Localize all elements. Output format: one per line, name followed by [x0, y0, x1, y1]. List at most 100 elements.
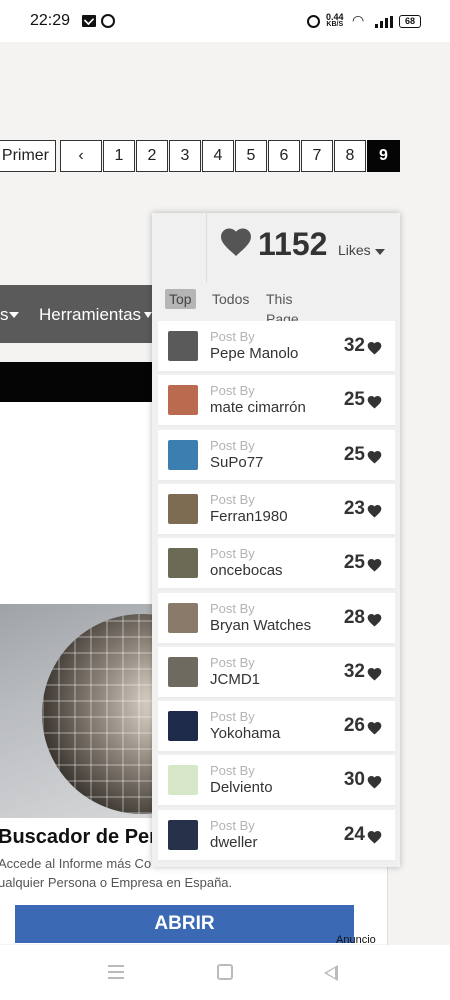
like-row[interactable]: Post By Delviento 30: [158, 755, 395, 807]
like-row[interactable]: Post By SuPo77 25: [158, 430, 395, 482]
row-like-count: 25: [343, 444, 365, 465]
avatar[interactable]: [168, 548, 198, 578]
avatar[interactable]: [168, 385, 198, 415]
divider: [387, 867, 388, 945]
row-username[interactable]: Yokohama: [210, 725, 280, 742]
ad-description: ualquier Persona o Empresa en España.: [0, 875, 233, 890]
avatar[interactable]: [168, 765, 198, 795]
heart-icon: [367, 505, 382, 518]
row-username[interactable]: Pepe Manolo: [210, 345, 298, 362]
alarm-icon: [307, 15, 320, 28]
page-button[interactable]: 4: [202, 140, 234, 172]
row-like-count: 23: [343, 498, 365, 519]
page-button[interactable]: 7: [301, 140, 333, 172]
row-like-count: 28: [343, 607, 365, 628]
page-button[interactable]: 1: [103, 140, 135, 172]
status-bar: 22:29 0.44 KB/S ◠ 68: [0, 0, 450, 42]
tab-this-page[interactable]: This Page: [266, 289, 299, 327]
row-username[interactable]: Bryan Watches: [210, 617, 311, 634]
black-banner: [0, 362, 152, 402]
likes-label[interactable]: Likes: [338, 242, 371, 258]
back-icon[interactable]: [324, 965, 338, 981]
first-page-button[interactable]: Primer: [0, 140, 56, 172]
heart-icon: [367, 776, 382, 789]
like-row[interactable]: Post By oncebocas 25: [158, 538, 395, 590]
ad-title[interactable]: Buscador de Pers: [0, 826, 152, 849]
network-speed-unit: KB/S: [326, 21, 344, 28]
tab-top[interactable]: Top: [165, 289, 196, 309]
tab-todos[interactable]: Todos: [212, 289, 249, 309]
heart-icon: [367, 614, 382, 627]
page-button[interactable]: 8: [334, 140, 366, 172]
post-by-label: Post By: [210, 818, 255, 833]
page-button-current[interactable]: 9: [367, 140, 400, 172]
post-by-label: Post By: [210, 763, 255, 778]
like-row[interactable]: Post By JCMD1 32: [158, 647, 395, 699]
avatar[interactable]: [168, 711, 198, 741]
chevron-down-icon[interactable]: [375, 249, 385, 255]
post-by-label: Post By: [210, 492, 255, 507]
status-time: 22:29: [30, 12, 71, 29]
row-like-count: 25: [343, 552, 365, 573]
row-username[interactable]: Ferran1980: [210, 508, 288, 525]
like-row[interactable]: Post By Pepe Manolo 32: [158, 321, 395, 373]
signal-icon: [375, 16, 393, 28]
heart-icon: [367, 831, 382, 844]
heart-icon: [367, 342, 382, 355]
page-button[interactable]: 6: [268, 140, 300, 172]
heart-icon: [367, 722, 382, 735]
post-by-label: Post By: [210, 438, 255, 453]
network-speed-value: 0.44: [326, 12, 344, 22]
heart-icon: [367, 396, 382, 409]
menu-item-herramientas[interactable]: Herramientas: [39, 305, 141, 325]
ad-image-globe[interactable]: [0, 604, 152, 818]
row-like-count: 30: [343, 769, 365, 790]
row-like-count: 24: [343, 824, 365, 845]
avatar[interactable]: [168, 603, 198, 633]
avatar[interactable]: [168, 494, 198, 524]
like-row[interactable]: Post By Yokohama 26: [158, 701, 395, 753]
chevron-down-icon: [9, 312, 19, 318]
row-like-count: 25: [343, 389, 365, 410]
row-like-count: 26: [343, 715, 365, 736]
home-icon[interactable]: [217, 964, 233, 980]
menu-item-partial[interactable]: s: [0, 305, 9, 325]
likes-total-count: 1152: [258, 226, 328, 262]
prev-page-button[interactable]: ‹: [60, 140, 102, 172]
like-row[interactable]: Post By Bryan Watches 28: [158, 593, 395, 645]
recent-apps-icon[interactable]: [108, 965, 124, 979]
ad-open-button[interactable]: ABRIR: [15, 905, 354, 943]
row-like-count: 32: [343, 661, 365, 682]
like-row[interactable]: Post By mate cimarrón 25: [158, 375, 395, 427]
row-username[interactable]: oncebocas: [210, 562, 283, 579]
avatar[interactable]: [168, 440, 198, 470]
avatar[interactable]: [168, 820, 198, 850]
chevron-down-icon: [144, 312, 152, 318]
ad-description: Accede al Informe más Co: [0, 856, 152, 871]
post-by-label: Post By: [210, 329, 255, 344]
row-username[interactable]: Delviento: [210, 779, 273, 796]
page-button[interactable]: 5: [235, 140, 267, 172]
avatar[interactable]: [168, 657, 198, 687]
heart-icon: [367, 559, 382, 572]
row-username[interactable]: dweller: [210, 834, 258, 851]
row-username[interactable]: SuPo77: [210, 454, 263, 471]
like-row[interactable]: Post By dweller 24: [158, 810, 395, 862]
post-by-label: Post By: [210, 655, 255, 670]
row-username[interactable]: mate cimarrón: [210, 399, 306, 416]
battery-icon: 68: [399, 15, 421, 28]
page-button[interactable]: 2: [136, 140, 168, 172]
gmail-icon: [82, 15, 96, 27]
system-nav-bar: [0, 945, 450, 1000]
whatsapp-icon: [101, 14, 115, 28]
like-row[interactable]: Post By Ferran1980 23: [158, 484, 395, 536]
chevron-left-icon: ‹: [78, 147, 84, 164]
row-like-count: 32: [343, 335, 365, 356]
post-by-label: Post By: [210, 546, 255, 561]
post-by-label: Post By: [210, 383, 255, 398]
globe-photo-grid: [42, 614, 152, 814]
page-button[interactable]: 3: [169, 140, 201, 172]
row-username[interactable]: JCMD1: [210, 671, 260, 688]
avatar[interactable]: [168, 331, 198, 361]
network-speed: 0.44 KB/S: [326, 13, 344, 29]
